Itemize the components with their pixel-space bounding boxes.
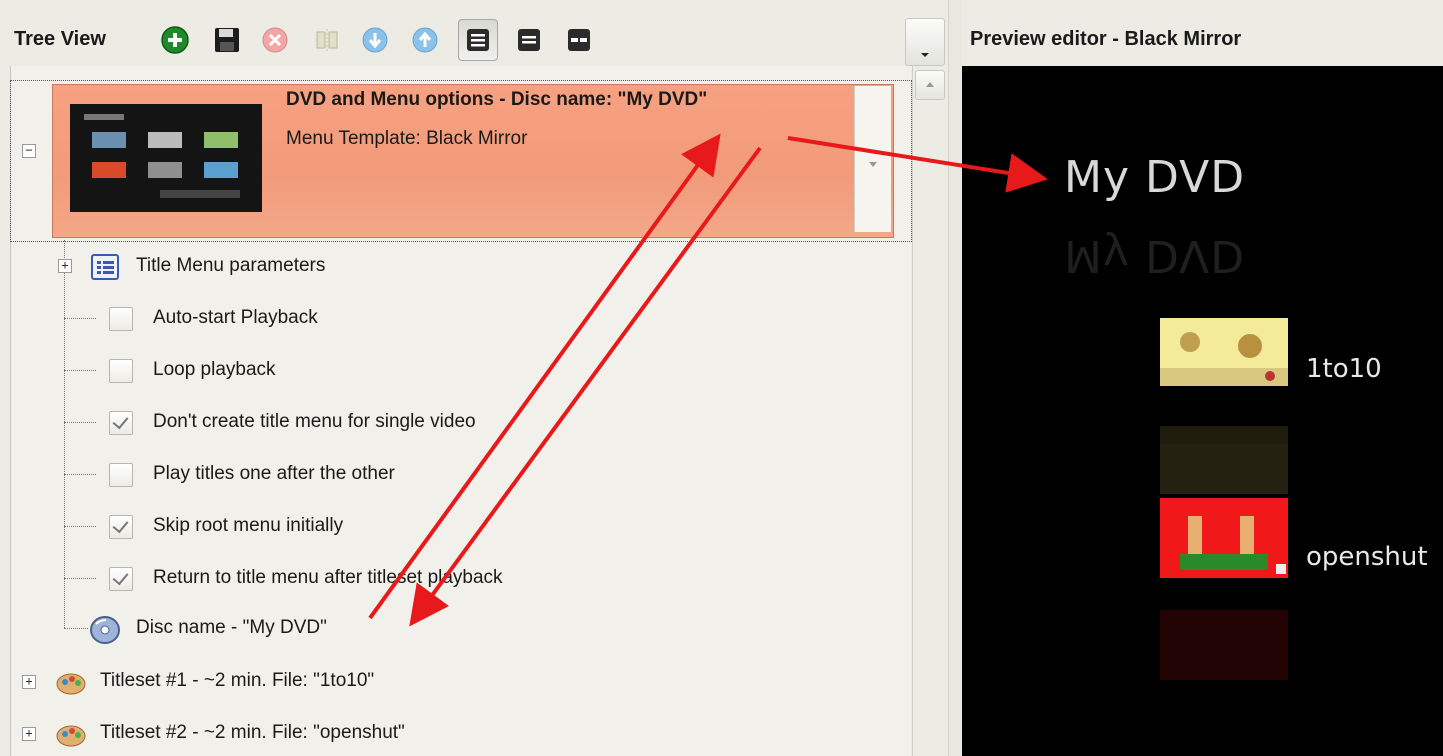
node-dropdown-button[interactable]	[854, 86, 891, 232]
expand-toggle[interactable]: +	[22, 675, 36, 689]
titleset-item-2[interactable]: Titleset #2 - ~2 min. File: "openshut"	[100, 722, 405, 744]
disc-icon	[90, 616, 120, 644]
menu-template-thumbnail	[70, 104, 262, 212]
delete-button[interactable]	[256, 20, 294, 60]
panel-options-button[interactable]	[905, 18, 945, 66]
preview-editor-title: Preview editor - Black Mirror	[970, 28, 1242, 50]
delete-icon	[262, 27, 288, 53]
compact-view-icon	[518, 29, 540, 51]
tree-line	[64, 240, 65, 628]
compact-view-button[interactable]	[510, 20, 548, 60]
layout-view-icon	[568, 29, 590, 51]
layout-view-button[interactable]	[560, 20, 598, 60]
tree-line	[64, 578, 96, 579]
preview-menu-title-reflection: My DVD	[1064, 230, 1246, 281]
title-menu-parameters[interactable]: Title Menu parameters	[136, 255, 325, 277]
add-icon	[161, 26, 189, 54]
tree-line	[64, 628, 88, 629]
no-single-title-menu-label: Don't create title menu for single video	[153, 411, 476, 432]
expand-toggle[interactable]: +	[58, 259, 72, 273]
disc-options-title: DVD and Menu options - Disc name: "My DV…	[286, 89, 708, 110]
titleset-icon-wrap-2	[54, 720, 88, 752]
skip-root-menu-label: Skip root menu initially	[153, 515, 344, 536]
preview-menu-title[interactable]: My DVD	[1064, 152, 1245, 203]
thumbnail-image	[1160, 318, 1288, 386]
preview-thumb-1to10-reflection	[1160, 426, 1288, 494]
chevron-down-icon	[869, 162, 877, 167]
move-up-button[interactable]	[406, 20, 444, 60]
menu-thumbnail-image	[70, 104, 262, 212]
titleset-icon-wrap-1	[54, 668, 88, 700]
move-up-icon	[412, 27, 438, 53]
add-button[interactable]	[156, 20, 194, 60]
list-icon	[91, 254, 119, 280]
list-view-icon	[467, 29, 489, 51]
scroll-up-button[interactable]	[915, 70, 945, 100]
preview-thumb-openshut-reflection	[1160, 610, 1288, 680]
thumbnail-image	[1160, 498, 1288, 578]
tree-line	[64, 526, 96, 527]
collapse-toggle[interactable]: −	[22, 144, 36, 158]
tree-line	[64, 318, 96, 319]
thumbnail-reflection-image	[1160, 610, 1288, 680]
move-down-button[interactable]	[356, 20, 394, 60]
auto-start-label: Auto-start Playback	[153, 307, 318, 328]
list-view-button[interactable]	[458, 19, 498, 61]
loop-playback-checkbox[interactable]	[109, 359, 133, 383]
split-icon	[316, 29, 338, 51]
preview-item-label-2: openshut	[1306, 542, 1428, 572]
tree-view-title: Tree View	[14, 28, 106, 50]
title-menu-icon	[90, 253, 122, 285]
return-to-menu-label: Return to title menu after titleset play…	[153, 567, 503, 588]
play-sequential-checkbox[interactable]	[109, 463, 133, 487]
preview-thumb-openshut[interactable]	[1160, 498, 1288, 578]
expand-toggle[interactable]: +	[22, 727, 36, 741]
return-to-menu-checkbox[interactable]	[109, 567, 133, 591]
palette-icon	[56, 725, 86, 747]
palette-icon	[56, 673, 86, 695]
tree-line	[64, 422, 96, 423]
preview-thumb-1to10[interactable]	[1160, 318, 1288, 386]
move-down-icon	[362, 27, 388, 53]
loop-playback-label: Loop playback	[153, 359, 276, 380]
save-icon	[215, 28, 239, 52]
menu-template-label: Menu Template: Black Mirror	[286, 128, 528, 149]
skip-root-menu-checkbox[interactable]	[109, 515, 133, 539]
no-single-title-menu-checkbox[interactable]	[109, 411, 133, 435]
auto-start-checkbox[interactable]	[109, 307, 133, 331]
tree-scrollbar[interactable]	[912, 66, 949, 756]
tree-line	[64, 474, 96, 475]
play-sequential-label: Play titles one after the other	[153, 463, 395, 484]
split-button[interactable]	[308, 20, 346, 60]
tree-view-header: Tree View	[0, 0, 948, 66]
tree-line	[64, 370, 96, 371]
arrow-up-icon	[926, 82, 934, 87]
titleset-item-1[interactable]: Titleset #1 - ~2 min. File: "1to10"	[100, 670, 374, 692]
thumbnail-reflection-image	[1160, 426, 1288, 494]
save-button[interactable]	[208, 20, 246, 60]
preview-item-label-1: 1to10	[1306, 354, 1382, 384]
disc-name-item[interactable]: Disc name - "My DVD"	[136, 617, 327, 639]
disc-icon-wrap	[88, 614, 122, 650]
chevron-down-icon	[921, 53, 929, 57]
